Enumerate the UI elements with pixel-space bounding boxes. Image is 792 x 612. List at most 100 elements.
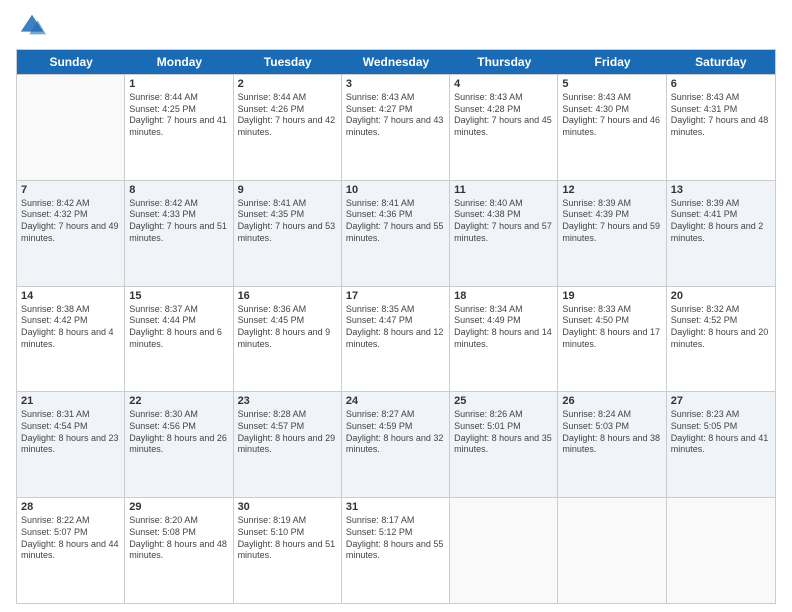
header-day-tuesday: Tuesday: [234, 50, 342, 74]
cell-details: Sunrise: 8:39 AM Sunset: 4:39 PM Dayligh…: [562, 198, 661, 245]
cal-cell-2-3: 9 Sunrise: 8:41 AM Sunset: 4:35 PM Daylig…: [234, 181, 342, 286]
cell-details: Sunrise: 8:33 AM Sunset: 4:50 PM Dayligh…: [562, 304, 661, 351]
cal-cell-2-1: 7 Sunrise: 8:42 AM Sunset: 4:32 PM Daylig…: [17, 181, 125, 286]
cal-cell-4-2: 22Sunrise: 8:30 AM Sunset: 4:56 PM Dayli…: [125, 392, 233, 497]
week-row-1: 1 Sunrise: 8:44 AM Sunset: 4:25 PM Daylig…: [17, 74, 775, 180]
cal-cell-2-2: 8 Sunrise: 8:42 AM Sunset: 4:33 PM Daylig…: [125, 181, 233, 286]
cal-cell-4-1: 21Sunrise: 8:31 AM Sunset: 4:54 PM Dayli…: [17, 392, 125, 497]
cell-details: Sunrise: 8:39 AM Sunset: 4:41 PM Dayligh…: [671, 198, 771, 245]
cell-details: Sunrise: 8:43 AM Sunset: 4:27 PM Dayligh…: [346, 92, 445, 139]
cal-cell-3-7: 20 Sunrise: 8:32 AM Sunset: 4:52 PM Dayli…: [667, 287, 775, 392]
day-number: 28: [21, 501, 120, 513]
week-row-5: 28 Sunrise: 8:22 AM Sunset: 5:07 PM Dayli…: [17, 497, 775, 603]
cal-cell-4-3: 23Sunrise: 8:28 AM Sunset: 4:57 PM Dayli…: [234, 392, 342, 497]
cal-cell-3-2: 15Sunrise: 8:37 AM Sunset: 4:44 PM Dayli…: [125, 287, 233, 392]
week-row-2: 7 Sunrise: 8:42 AM Sunset: 4:32 PM Daylig…: [17, 180, 775, 286]
cell-details: Sunrise: 8:32 AM Sunset: 4:52 PM Dayligh…: [671, 304, 771, 351]
day-number: 23: [238, 395, 337, 407]
day-number: 2: [238, 78, 337, 90]
day-number: 25: [454, 395, 553, 407]
cell-details: Sunrise: 8:19 AM Sunset: 5:10 PM Dayligh…: [238, 515, 337, 562]
cal-cell-3-4: 17Sunrise: 8:35 AM Sunset: 4:47 PM Dayli…: [342, 287, 450, 392]
cal-cell-2-6: 12 Sunrise: 8:39 AM Sunset: 4:39 PM Dayli…: [558, 181, 666, 286]
cell-details: Sunrise: 8:42 AM Sunset: 4:33 PM Dayligh…: [129, 198, 228, 245]
header-day-friday: Friday: [558, 50, 666, 74]
cal-cell-1-5: 4 Sunrise: 8:43 AM Sunset: 4:28 PM Daylig…: [450, 75, 558, 180]
day-number: 26: [562, 395, 661, 407]
cal-cell-5-1: 28 Sunrise: 8:22 AM Sunset: 5:07 PM Dayli…: [17, 498, 125, 603]
cell-details: Sunrise: 8:42 AM Sunset: 4:32 PM Dayligh…: [21, 198, 120, 245]
day-number: 11: [454, 184, 553, 196]
cell-details: Sunrise: 8:41 AM Sunset: 4:36 PM Dayligh…: [346, 198, 445, 245]
header: [16, 12, 776, 45]
calendar-body: 1 Sunrise: 8:44 AM Sunset: 4:25 PM Daylig…: [17, 74, 775, 603]
cell-details: Sunrise: 8:26 AM Sunset: 5:01 PM Dayligh…: [454, 409, 553, 456]
day-number: 27: [671, 395, 771, 407]
day-number: 4: [454, 78, 553, 90]
day-number: 24: [346, 395, 445, 407]
cal-cell-4-7: 27 Sunrise: 8:23 AM Sunset: 5:05 PM Dayli…: [667, 392, 775, 497]
cell-details: Sunrise: 8:20 AM Sunset: 5:08 PM Dayligh…: [129, 515, 228, 562]
day-number: 19: [562, 290, 661, 302]
day-number: 20: [671, 290, 771, 302]
cal-cell-2-4: 10 Sunrise: 8:41 AM Sunset: 4:36 PM Dayli…: [342, 181, 450, 286]
day-number: 3: [346, 78, 445, 90]
cell-details: Sunrise: 8:43 AM Sunset: 4:31 PM Dayligh…: [671, 92, 771, 139]
cell-details: Sunrise: 8:23 AM Sunset: 5:05 PM Dayligh…: [671, 409, 771, 456]
cell-details: Sunrise: 8:34 AM Sunset: 4:49 PM Dayligh…: [454, 304, 553, 351]
header-day-saturday: Saturday: [667, 50, 775, 74]
day-number: 31: [346, 501, 445, 513]
day-number: 16: [238, 290, 337, 302]
calendar-header: SundayMondayTuesdayWednesdayThursdayFrid…: [17, 50, 775, 74]
page: SundayMondayTuesdayWednesdayThursdayFrid…: [0, 0, 792, 612]
cal-cell-5-4: 31 Sunrise: 8:17 AM Sunset: 5:12 PM Dayli…: [342, 498, 450, 603]
cell-details: Sunrise: 8:22 AM Sunset: 5:07 PM Dayligh…: [21, 515, 120, 562]
cell-details: Sunrise: 8:24 AM Sunset: 5:03 PM Dayligh…: [562, 409, 661, 456]
cell-details: Sunrise: 8:41 AM Sunset: 4:35 PM Dayligh…: [238, 198, 337, 245]
day-number: 6: [671, 78, 771, 90]
cal-cell-5-2: 29 Sunrise: 8:20 AM Sunset: 5:08 PM Dayli…: [125, 498, 233, 603]
day-number: 8: [129, 184, 228, 196]
day-number: 15: [129, 290, 228, 302]
header-day-monday: Monday: [125, 50, 233, 74]
cell-details: Sunrise: 8:35 AM Sunset: 4:47 PM Dayligh…: [346, 304, 445, 351]
cal-cell-3-3: 16 Sunrise: 8:36 AM Sunset: 4:45 PM Dayli…: [234, 287, 342, 392]
day-number: 9: [238, 184, 337, 196]
week-row-3: 14Sunrise: 8:38 AM Sunset: 4:42 PM Dayli…: [17, 286, 775, 392]
header-day-sunday: Sunday: [17, 50, 125, 74]
day-number: 13: [671, 184, 771, 196]
cell-details: Sunrise: 8:27 AM Sunset: 4:59 PM Dayligh…: [346, 409, 445, 456]
day-number: 7: [21, 184, 120, 196]
logo: [16, 12, 46, 45]
cal-cell-4-5: 25 Sunrise: 8:26 AM Sunset: 5:01 PM Dayli…: [450, 392, 558, 497]
cell-details: Sunrise: 8:44 AM Sunset: 4:26 PM Dayligh…: [238, 92, 337, 139]
day-number: 1: [129, 78, 228, 90]
week-row-4: 21Sunrise: 8:31 AM Sunset: 4:54 PM Dayli…: [17, 391, 775, 497]
cal-cell-1-4: 3 Sunrise: 8:43 AM Sunset: 4:27 PM Daylig…: [342, 75, 450, 180]
cal-cell-5-5: [450, 498, 558, 603]
day-number: 30: [238, 501, 337, 513]
day-number: 18: [454, 290, 553, 302]
calendar: SundayMondayTuesdayWednesdayThursdayFrid…: [16, 49, 776, 604]
cell-details: Sunrise: 8:38 AM Sunset: 4:42 PM Dayligh…: [21, 304, 120, 351]
cal-cell-1-7: 6 Sunrise: 8:43 AM Sunset: 4:31 PM Daylig…: [667, 75, 775, 180]
day-number: 29: [129, 501, 228, 513]
cal-cell-3-1: 14Sunrise: 8:38 AM Sunset: 4:42 PM Dayli…: [17, 287, 125, 392]
day-number: 10: [346, 184, 445, 196]
cal-cell-1-6: 5Sunrise: 8:43 AM Sunset: 4:30 PM Daylig…: [558, 75, 666, 180]
cell-details: Sunrise: 8:43 AM Sunset: 4:28 PM Dayligh…: [454, 92, 553, 139]
cell-details: Sunrise: 8:44 AM Sunset: 4:25 PM Dayligh…: [129, 92, 228, 139]
cell-details: Sunrise: 8:40 AM Sunset: 4:38 PM Dayligh…: [454, 198, 553, 245]
day-number: 12: [562, 184, 661, 196]
cal-cell-1-1: [17, 75, 125, 180]
cal-cell-1-2: 1 Sunrise: 8:44 AM Sunset: 4:25 PM Daylig…: [125, 75, 233, 180]
cal-cell-4-6: 26 Sunrise: 8:24 AM Sunset: 5:03 PM Dayli…: [558, 392, 666, 497]
header-day-wednesday: Wednesday: [342, 50, 450, 74]
cell-details: Sunrise: 8:36 AM Sunset: 4:45 PM Dayligh…: [238, 304, 337, 351]
day-number: 22: [129, 395, 228, 407]
cell-details: Sunrise: 8:31 AM Sunset: 4:54 PM Dayligh…: [21, 409, 120, 456]
day-number: 5: [562, 78, 661, 90]
cal-cell-2-7: 13 Sunrise: 8:39 AM Sunset: 4:41 PM Dayli…: [667, 181, 775, 286]
header-day-thursday: Thursday: [450, 50, 558, 74]
cell-details: Sunrise: 8:17 AM Sunset: 5:12 PM Dayligh…: [346, 515, 445, 562]
